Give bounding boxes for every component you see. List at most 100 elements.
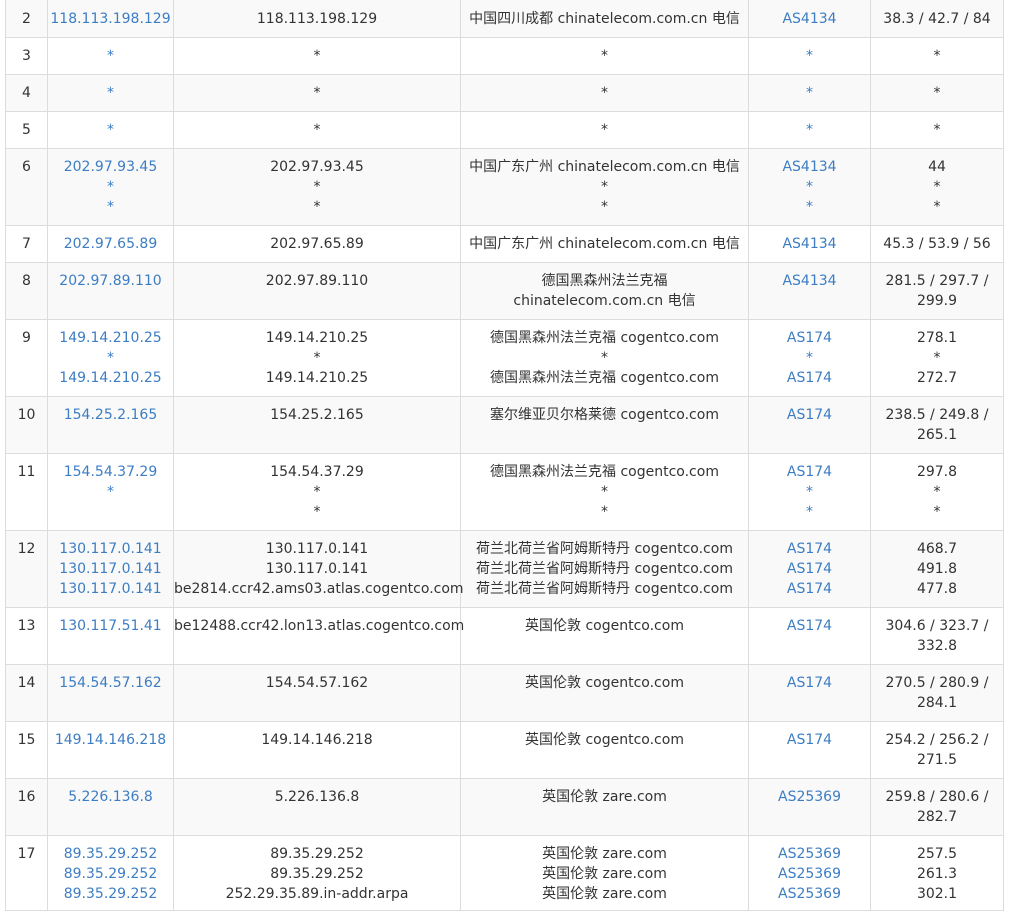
location-line: 荷兰北荷兰省阿姆斯特丹 cogentco.com bbox=[476, 581, 733, 597]
hop-number: 15 bbox=[5, 721, 48, 779]
cell-location: * bbox=[460, 37, 749, 75]
hop-number: 13 bbox=[5, 607, 48, 665]
asn-line: * bbox=[806, 48, 813, 64]
latency-line: 284.1 bbox=[916, 695, 958, 711]
location-line: 英国伦敦 zare.com bbox=[542, 866, 667, 882]
ip-address-line[interactable]: 149.14.210.25 bbox=[48, 328, 173, 348]
location-line: 荷兰北荷兰省阿姆斯特丹 cogentco.com bbox=[476, 561, 733, 577]
asn-line[interactable]: AS174 bbox=[749, 730, 870, 750]
location-line: 中国四川成都 chinatelecom.com.cn 电信 bbox=[469, 11, 740, 27]
ip-address-line[interactable]: 154.54.37.29 bbox=[48, 462, 173, 482]
location-line: 英国伦敦 zare.com bbox=[542, 789, 667, 805]
asn-line[interactable]: AS4134 bbox=[749, 271, 870, 291]
hostname-line: 154.54.37.29 bbox=[270, 464, 364, 480]
table-row: 10 154.25.2.165 154.25.2.165 塞尔维亚贝尔格莱德 coge… bbox=[5, 396, 1004, 454]
location-line: 德国黑森州法兰克福 cogentco.com bbox=[490, 330, 719, 346]
asn-line[interactable]: AS4134 bbox=[749, 157, 870, 177]
hostname-line: 202.97.65.89 bbox=[270, 236, 364, 252]
ip-address-line[interactable]: 89.35.29.252 bbox=[48, 864, 173, 884]
latency-line: 302.1 bbox=[916, 886, 958, 902]
location-line: 德国黑森州法兰克福 cogentco.com bbox=[490, 464, 719, 480]
asn-line[interactable]: AS25369 bbox=[749, 787, 870, 807]
cell-asn: AS174 * AS174 bbox=[748, 319, 871, 397]
ip-address-line[interactable]: 202.97.65.89 bbox=[48, 234, 173, 254]
latency-line: 271.5 bbox=[916, 752, 958, 768]
ip-address-line[interactable]: 89.35.29.252 bbox=[48, 844, 173, 864]
asn-line[interactable]: AS174 bbox=[749, 673, 870, 693]
ip-address-line[interactable]: 202.97.93.45 bbox=[48, 157, 173, 177]
asn-line[interactable]: AS174 bbox=[749, 539, 870, 559]
asn-line: * bbox=[806, 350, 813, 366]
ip-address-line[interactable]: 130.117.0.141 bbox=[48, 579, 173, 599]
hostname-line: * bbox=[313, 85, 321, 101]
cell-asn: AS174 bbox=[748, 664, 871, 722]
ip-address-line[interactable]: 154.54.57.162 bbox=[48, 673, 173, 693]
asn-line[interactable]: AS174 bbox=[749, 462, 870, 482]
ip-address-line[interactable]: 154.25.2.165 bbox=[48, 405, 173, 425]
asn-line[interactable]: AS25369 bbox=[749, 844, 870, 864]
asn-line[interactable]: AS4134 bbox=[749, 234, 870, 254]
cell-latency: 44 * * bbox=[870, 148, 1004, 226]
cell-ip-address: 149.14.146.218 bbox=[47, 721, 174, 779]
cell-latency: 257.5 261.3 302.1 bbox=[870, 835, 1004, 911]
cell-location: 英国伦敦 cogentco.com bbox=[460, 721, 749, 779]
asn-line[interactable]: AS25369 bbox=[749, 864, 870, 884]
hostname-line: * bbox=[313, 350, 321, 366]
ip-address-line[interactable]: 149.14.210.25 bbox=[48, 368, 173, 388]
ip-address-line[interactable]: 149.14.146.218 bbox=[48, 730, 173, 750]
location-line: 荷兰北荷兰省阿姆斯特丹 cogentco.com bbox=[476, 541, 733, 557]
table-row: 9 149.14.210.25 * 149.14.210.25 149.14.210.2… bbox=[5, 319, 1004, 397]
latency-line: 332.8 bbox=[916, 638, 958, 654]
asn-line[interactable]: AS174 bbox=[749, 405, 870, 425]
cell-latency: 304.6 / 323.7 / 332.8 bbox=[870, 607, 1004, 665]
ip-address-line[interactable]: 89.35.29.252 bbox=[48, 884, 173, 904]
latency-line: 304.6 / 323.7 / bbox=[885, 618, 989, 634]
asn-line[interactable]: AS4134 bbox=[749, 9, 870, 29]
ip-address-line[interactable]: 130.117.0.141 bbox=[48, 539, 173, 559]
asn-line[interactable]: AS174 bbox=[749, 368, 870, 388]
cell-location: * bbox=[460, 74, 749, 112]
cell-latency: 38.3 / 42.7 / 84 bbox=[870, 0, 1004, 38]
cell-ip-address: * bbox=[47, 74, 174, 112]
ip-address-line[interactable]: 130.117.51.41 bbox=[48, 616, 173, 636]
asn-line[interactable]: AS174 bbox=[749, 579, 870, 599]
table-row: 11 154.54.37.29 * 154.54.37.29 * * 德国黑森州法兰克福 c… bbox=[5, 453, 1004, 531]
ip-address-line[interactable]: 5.226.136.8 bbox=[48, 787, 173, 807]
cell-ip-address: * bbox=[47, 37, 174, 75]
table-row: 5 * * * * * bbox=[5, 111, 1004, 149]
asn-line[interactable]: AS174 bbox=[749, 559, 870, 579]
cell-hostname: 202.97.93.45 * * bbox=[173, 148, 461, 226]
table-row: 6 202.97.93.45 * * 202.97.93.45 * * 中国广东广州 chin… bbox=[5, 148, 1004, 226]
ip-address-line[interactable]: 118.113.198.129 bbox=[48, 9, 173, 29]
asn-line[interactable]: AS174 bbox=[749, 616, 870, 636]
table-row: 12 130.117.0.141 130.117.0.141 130.117.0.14… bbox=[5, 530, 1004, 608]
hostname-line: 89.35.29.252 bbox=[270, 866, 364, 882]
location-line: 英国伦敦 zare.com bbox=[542, 846, 667, 862]
latency-line: 44 bbox=[928, 159, 946, 175]
cell-location: 德国黑森州法兰克福 cogentco.com * 德国黑森州法兰克福 cogentc… bbox=[460, 319, 749, 397]
location-line: 塞尔维亚贝尔格莱德 cogentco.com bbox=[490, 407, 719, 423]
hop-number: 9 bbox=[5, 319, 48, 397]
latency-line: 261.3 bbox=[916, 866, 958, 882]
hostname-line: 89.35.29.252 bbox=[270, 846, 364, 862]
asn-line[interactable]: AS174 bbox=[749, 328, 870, 348]
cell-latency: 270.5 / 280.9 / 284.1 bbox=[870, 664, 1004, 722]
hostname-line: 149.14.146.218 bbox=[261, 732, 373, 748]
cell-asn: AS25369 bbox=[748, 778, 871, 836]
cell-asn: * bbox=[748, 37, 871, 75]
asn-line[interactable]: AS25369 bbox=[749, 884, 870, 904]
ip-address-line[interactable]: 202.97.89.110 bbox=[48, 271, 173, 291]
ip-address-line[interactable]: 130.117.0.141 bbox=[48, 559, 173, 579]
cell-latency: 281.5 / 297.7 / 299.9 bbox=[870, 262, 1004, 320]
location-line: * bbox=[601, 199, 608, 215]
cell-ip-address: 154.54.37.29 * bbox=[47, 453, 174, 531]
cell-hostname: 154.54.37.29 * * bbox=[173, 453, 461, 531]
hostname-line: 130.117.0.141 bbox=[265, 561, 369, 577]
cell-hostname: * bbox=[173, 37, 461, 75]
latency-line: * bbox=[933, 85, 941, 101]
cell-ip-address: 118.113.198.129 bbox=[47, 0, 174, 38]
location-line: * bbox=[601, 350, 608, 366]
table-row: 16 5.226.136.8 5.226.136.8 英国伦敦 zare.com AS2… bbox=[5, 778, 1004, 836]
cell-hostname: 202.97.89.110 bbox=[173, 262, 461, 320]
location-line: * bbox=[601, 484, 608, 500]
